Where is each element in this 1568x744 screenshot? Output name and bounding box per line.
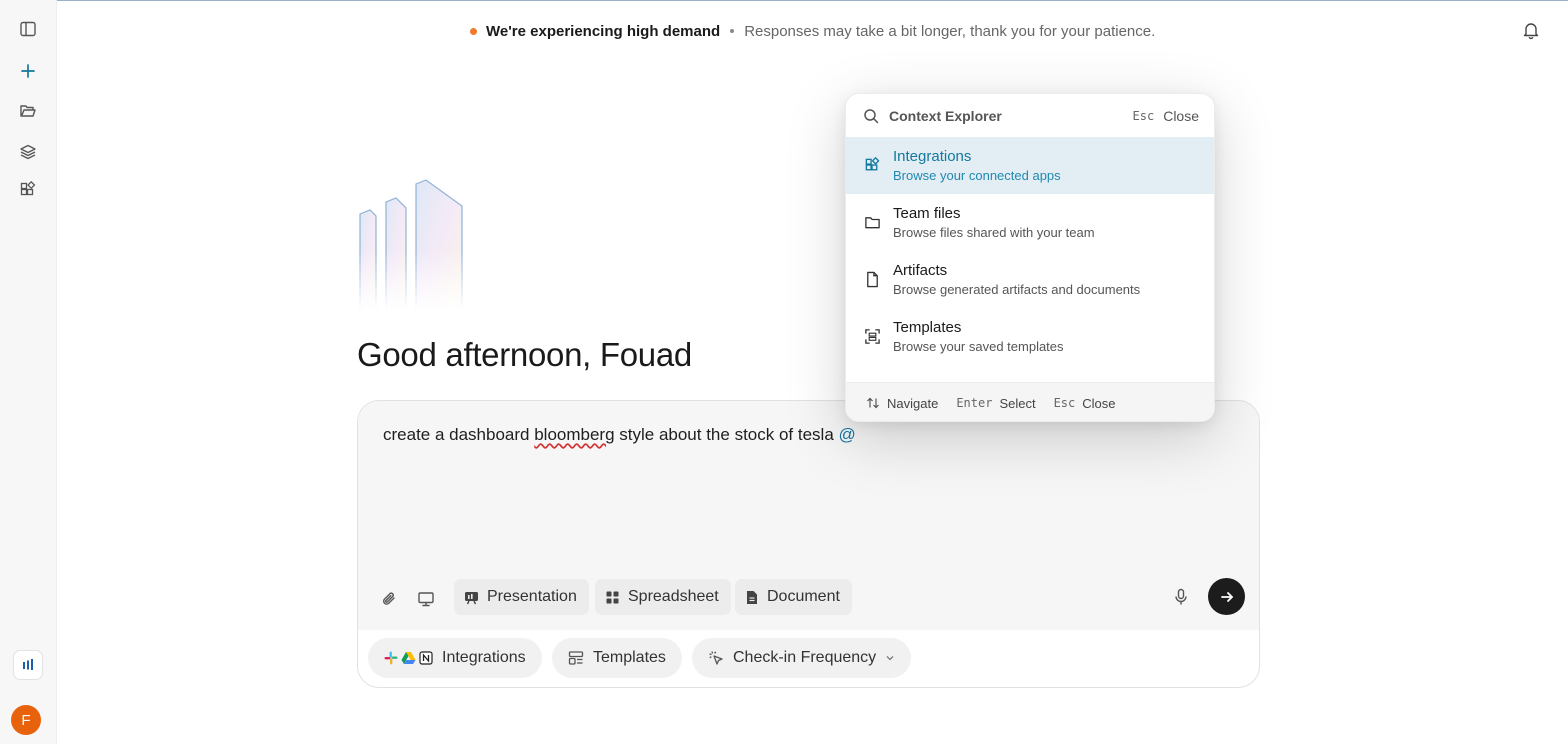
prompt-text-start: create a dashboard [383, 425, 535, 444]
apps-icon [863, 157, 881, 175]
attach-button[interactable] [377, 587, 401, 611]
screen-button[interactable] [414, 587, 438, 611]
misspelled-word: bloomberg [534, 425, 615, 444]
search-icon [864, 108, 879, 123]
esc-key-badge: Esc [1132, 108, 1155, 123]
spreadsheet-label: Spreadsheet [628, 588, 719, 605]
microphone-icon [1175, 588, 1187, 605]
enter-key-badge: Enter [956, 396, 993, 410]
select-hint: Enter Select [956, 396, 1035, 411]
document-label: Document [767, 588, 840, 605]
menu-item-subtitle: Browse your saved templates [893, 339, 1064, 354]
prompt-input[interactable]: create a dashboard bloomberg style about… [383, 425, 856, 445]
esc-key-badge: Esc [1053, 396, 1076, 410]
menu-item-templates[interactable]: Templates Browse your saved templates [846, 308, 1214, 365]
presentation-mode-button[interactable]: Presentation [454, 579, 589, 615]
menu-item-subtitle: Browse your connected apps [893, 168, 1061, 183]
integration-logos [384, 651, 433, 665]
sidebar-toggle-button[interactable] [14, 15, 42, 43]
file-icon [863, 271, 881, 289]
keyboard-hints-footer: Navigate Enter Select Esc Close [846, 382, 1214, 421]
composer-input-area[interactable]: create a dashboard bloomberg style about… [358, 401, 1259, 630]
menu-item-artifacts[interactable]: Artifacts Browse generated artifacts and… [846, 251, 1214, 308]
voice-input-button[interactable] [1170, 586, 1192, 608]
integrations-button[interactable] [14, 176, 42, 204]
hero-glass-illustration [356, 178, 468, 310]
layers-button[interactable] [14, 138, 42, 166]
layers-icon [20, 144, 36, 160]
close-footer-hint: Esc Close [1054, 396, 1116, 411]
prompt-text-end: style about the stock of tesla [614, 425, 839, 444]
page-title: Good afternoon, Fouad [357, 336, 692, 373]
projects-button[interactable] [14, 97, 42, 125]
spreadsheet-mode-button[interactable]: Spreadsheet [595, 579, 731, 615]
menu-item-integrations[interactable]: Integrations Browse your connected apps [846, 137, 1214, 194]
presentation-icon [465, 591, 478, 604]
select-label: Select [999, 395, 1036, 411]
avatar[interactable]: F [11, 705, 41, 735]
folder-open-icon [20, 105, 36, 117]
notion-icon [419, 651, 433, 665]
context-explorer-placeholder: Context Explorer [889, 107, 1002, 124]
arrows-updown-icon [867, 397, 879, 409]
document-mode-button[interactable]: Document [735, 579, 852, 615]
panel-left-icon [20, 21, 36, 37]
menu-item-title: Artifacts [893, 262, 948, 279]
close-label: Close [1163, 107, 1199, 124]
integrations-pill-label: Integrations [442, 649, 526, 666]
banner-message: Responses may take a bit longer, thank y… [744, 22, 1156, 40]
menu-item-title: Team files [893, 205, 961, 222]
paperclip-icon [383, 592, 395, 605]
template-scan-icon [863, 328, 881, 346]
navigate-label: Navigate [887, 395, 939, 411]
cursor-click-icon [709, 651, 723, 665]
status-dot [470, 27, 477, 35]
menu-item-title: Templates [893, 319, 962, 336]
banner-separator [730, 29, 735, 33]
chevron-down-icon [886, 656, 894, 661]
menu-item-team-files[interactable]: Team files Browse files shared with your… [846, 194, 1214, 251]
plus-icon [21, 64, 35, 78]
menu-item-title: Integrations [893, 148, 972, 165]
arrow-right-icon [1220, 591, 1233, 602]
brand-bars-icon [23, 659, 33, 670]
checkin-frequency-dropdown[interactable]: Check-in Frequency [692, 638, 912, 678]
monitor-icon [418, 592, 434, 607]
context-explorer-popup: Context Explorer Esc Close Integrations … [845, 93, 1215, 422]
new-chat-button[interactable] [14, 57, 42, 85]
templates-pill-label: Templates [593, 649, 666, 666]
menu-item-subtitle: Browse generated artifacts and documents [893, 282, 1141, 297]
close-hint[interactable]: Esc Close [1133, 108, 1199, 124]
mention-trigger: @ [838, 425, 856, 444]
close-footer-label: Close [1082, 395, 1116, 411]
banner-headline: We're experiencing high demand [486, 22, 721, 40]
document-icon [747, 590, 757, 604]
presentation-label: Presentation [487, 588, 577, 605]
template-layout-icon [568, 651, 584, 665]
integrations-pill[interactable]: Integrations [368, 638, 542, 678]
send-button[interactable] [1208, 578, 1245, 615]
sidebar: F [0, 0, 57, 744]
spreadsheet-icon [606, 591, 619, 603]
high-demand-banner: We're experiencing high demand Responses… [470, 20, 1155, 42]
top-border [0, 0, 1568, 1]
google-drive-icon [401, 652, 416, 664]
templates-pill[interactable]: Templates [552, 638, 682, 678]
navigate-hint: Navigate [866, 396, 938, 411]
context-explorer-search[interactable]: Context Explorer Esc Close [846, 94, 1214, 137]
menu-item-subtitle: Browse files shared with your team [893, 225, 1095, 240]
composer: create a dashboard bloomberg style about… [357, 400, 1260, 688]
app-logo[interactable] [13, 650, 43, 680]
bell-icon[interactable] [1521, 20, 1541, 40]
folder-icon [863, 214, 881, 232]
apps-icon [20, 181, 36, 196]
checkin-frequency-label: Check-in Frequency [733, 649, 877, 666]
slack-icon [384, 651, 398, 665]
